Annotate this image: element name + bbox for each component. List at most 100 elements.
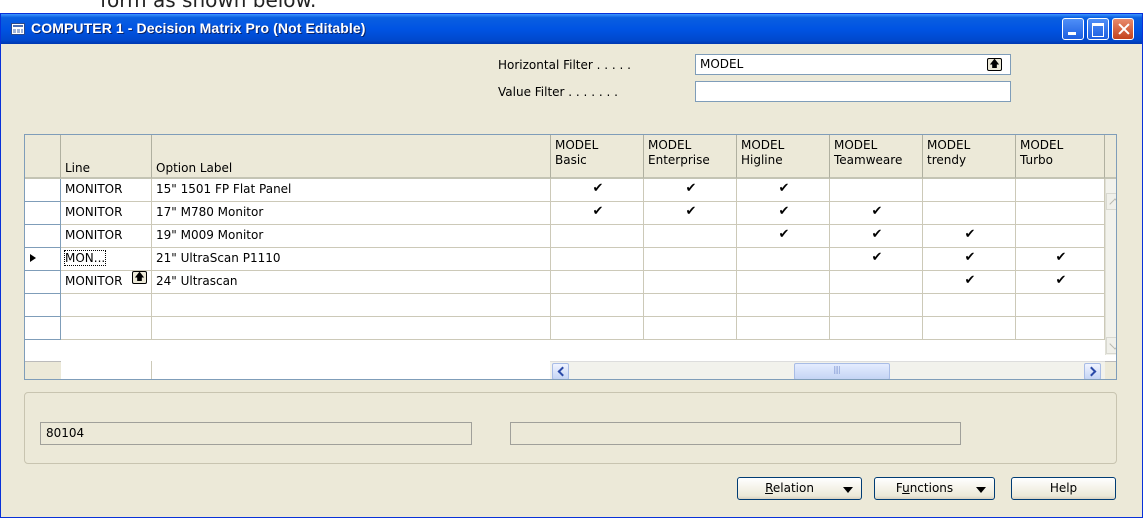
relation-button[interactable]: Relation <box>737 477 862 500</box>
line-value: MONITOR <box>65 274 123 288</box>
row-selector[interactable] <box>25 294 61 317</box>
checkmark-icon: ✔ <box>871 250 883 265</box>
value-filter-input[interactable] <box>695 81 1011 102</box>
matrix-cell[interactable] <box>923 179 1016 202</box>
matrix-cell[interactable] <box>551 294 644 317</box>
matrix-cell[interactable]: ✔ <box>1016 271 1105 294</box>
column-header-line[interactable]: Line <box>61 135 152 179</box>
horizontal-scrollbar[interactable] <box>550 361 1105 379</box>
relation-accel: R <box>765 481 773 495</box>
column-header-option-label[interactable]: Option Label <box>152 135 551 179</box>
minimize-button[interactable] <box>1062 18 1084 40</box>
option-label-cell[interactable] <box>152 294 551 317</box>
row-selector[interactable] <box>25 317 61 340</box>
matrix-cell[interactable] <box>923 202 1016 225</box>
matrix-cell[interactable] <box>737 294 830 317</box>
scroll-left-icon[interactable] <box>552 363 569 379</box>
matrix-cell[interactable] <box>830 179 923 202</box>
matrix-cell[interactable] <box>1016 202 1105 225</box>
matrix-cell[interactable] <box>644 225 737 248</box>
row-selector[interactable] <box>25 179 61 202</box>
matrix-cell[interactable] <box>551 248 644 271</box>
line-cell[interactable] <box>61 317 152 340</box>
matrix-cell[interactable]: ✔ <box>830 248 923 271</box>
option-label-cell[interactable]: 15" 1501 FP Flat Panel <box>152 179 551 202</box>
matrix-cell[interactable] <box>737 271 830 294</box>
relation-dropdown-icon <box>843 487 853 493</box>
matrix-cell[interactable]: ✔ <box>1016 248 1105 271</box>
matrix-column-header-line1: MODEL <box>927 138 971 152</box>
matrix-column-header[interactable]: MODEL Teamweare <box>830 135 923 179</box>
line-cell[interactable] <box>61 294 152 317</box>
vertical-scrollbar[interactable] <box>1105 179 1116 355</box>
matrix-column-header-line1: MODEL <box>741 138 785 152</box>
matrix-cell[interactable] <box>551 225 644 248</box>
matrix-cell[interactable] <box>1016 179 1105 202</box>
line-cell[interactable]: MON... <box>61 248 152 271</box>
matrix-cell[interactable] <box>1016 317 1105 340</box>
matrix-cell[interactable]: ✔ <box>830 202 923 225</box>
matrix-cell[interactable]: ✔ <box>551 179 644 202</box>
matrix-cell[interactable]: ✔ <box>737 202 830 225</box>
line-value: MON... <box>63 250 107 266</box>
title-bar[interactable]: COMPUTER 1 - Decision Matrix Pro (Not Ed… <box>1 14 1142 44</box>
maximize-button[interactable] <box>1087 18 1109 40</box>
row-selector[interactable] <box>25 271 61 294</box>
matrix-cell[interactable]: ✔ <box>830 225 923 248</box>
scroll-right-icon[interactable] <box>1084 363 1101 379</box>
matrix-column-header-line1: MODEL <box>555 138 599 152</box>
matrix-cell[interactable]: ✔ <box>923 271 1016 294</box>
matrix-cell[interactable] <box>644 271 737 294</box>
matrix-column-header[interactable]: MODEL Basic <box>551 135 644 179</box>
matrix-column-header-line1: MODEL <box>648 138 692 152</box>
horizontal-filter-input[interactable]: MODEL <box>695 54 1011 75</box>
matrix-cell[interactable] <box>830 271 923 294</box>
line-cell[interactable]: MONITOR <box>61 225 152 248</box>
matrix-cell[interactable] <box>830 294 923 317</box>
matrix-column-header[interactable]: MODEL Turbo <box>1016 135 1105 179</box>
column-header-option-label-text: Option Label <box>156 161 233 175</box>
functions-button[interactable]: Functions <box>874 477 995 500</box>
row-selector[interactable] <box>25 248 61 271</box>
matrix-cell[interactable] <box>737 248 830 271</box>
matrix-cell[interactable] <box>737 317 830 340</box>
matrix-cell[interactable]: ✔ <box>737 179 830 202</box>
matrix-column-header-line1: MODEL <box>1020 138 1064 152</box>
matrix-cell[interactable]: ✔ <box>737 225 830 248</box>
matrix-cell[interactable] <box>551 271 644 294</box>
option-label-cell[interactable] <box>152 317 551 340</box>
row-selector[interactable] <box>25 225 61 248</box>
close-button[interactable] <box>1112 18 1134 40</box>
scroll-down-icon[interactable] <box>1106 337 1116 354</box>
matrix-cell[interactable] <box>644 317 737 340</box>
matrix-cell[interactable] <box>644 294 737 317</box>
option-label-cell[interactable]: 17" M780 Monitor <box>152 202 551 225</box>
matrix-cell[interactable] <box>1016 225 1105 248</box>
matrix-column-header[interactable]: MODEL trendy <box>923 135 1016 179</box>
line-cell[interactable]: MONITOR <box>61 179 152 202</box>
matrix-column-header[interactable]: MODEL Higline <box>737 135 830 179</box>
scroll-up-icon[interactable] <box>1106 193 1116 210</box>
horizontal-filter-lookup-icon[interactable]: 🡅 <box>987 58 1002 71</box>
line-lookup-icon[interactable]: 🡅 <box>132 271 147 284</box>
line-cell[interactable]: MONITOR <box>61 202 152 225</box>
matrix-cell[interactable] <box>923 294 1016 317</box>
matrix-cell[interactable]: ✔ <box>923 248 1016 271</box>
matrix-cell[interactable] <box>644 248 737 271</box>
matrix-cell[interactable]: ✔ <box>923 225 1016 248</box>
matrix-cell[interactable]: ✔ <box>644 179 737 202</box>
matrix-cell[interactable] <box>830 317 923 340</box>
matrix-cell[interactable]: ✔ <box>551 202 644 225</box>
checkmark-icon: ✔ <box>871 204 883 219</box>
matrix-cell[interactable] <box>551 317 644 340</box>
option-label-cell[interactable]: 21" UltraScan P1110 <box>152 248 551 271</box>
matrix-cell[interactable] <box>1016 294 1105 317</box>
matrix-cell[interactable]: ✔ <box>644 202 737 225</box>
matrix-column-header[interactable]: MODEL Enterprise <box>644 135 737 179</box>
option-label-cell[interactable]: 24" Ultrascan <box>152 271 551 294</box>
help-button[interactable]: Help <box>1011 477 1116 500</box>
row-selector[interactable] <box>25 202 61 225</box>
matrix-cell[interactable] <box>923 317 1016 340</box>
option-label-cell[interactable]: 19" M009 Monitor <box>152 225 551 248</box>
scroll-thumb[interactable] <box>794 363 890 379</box>
